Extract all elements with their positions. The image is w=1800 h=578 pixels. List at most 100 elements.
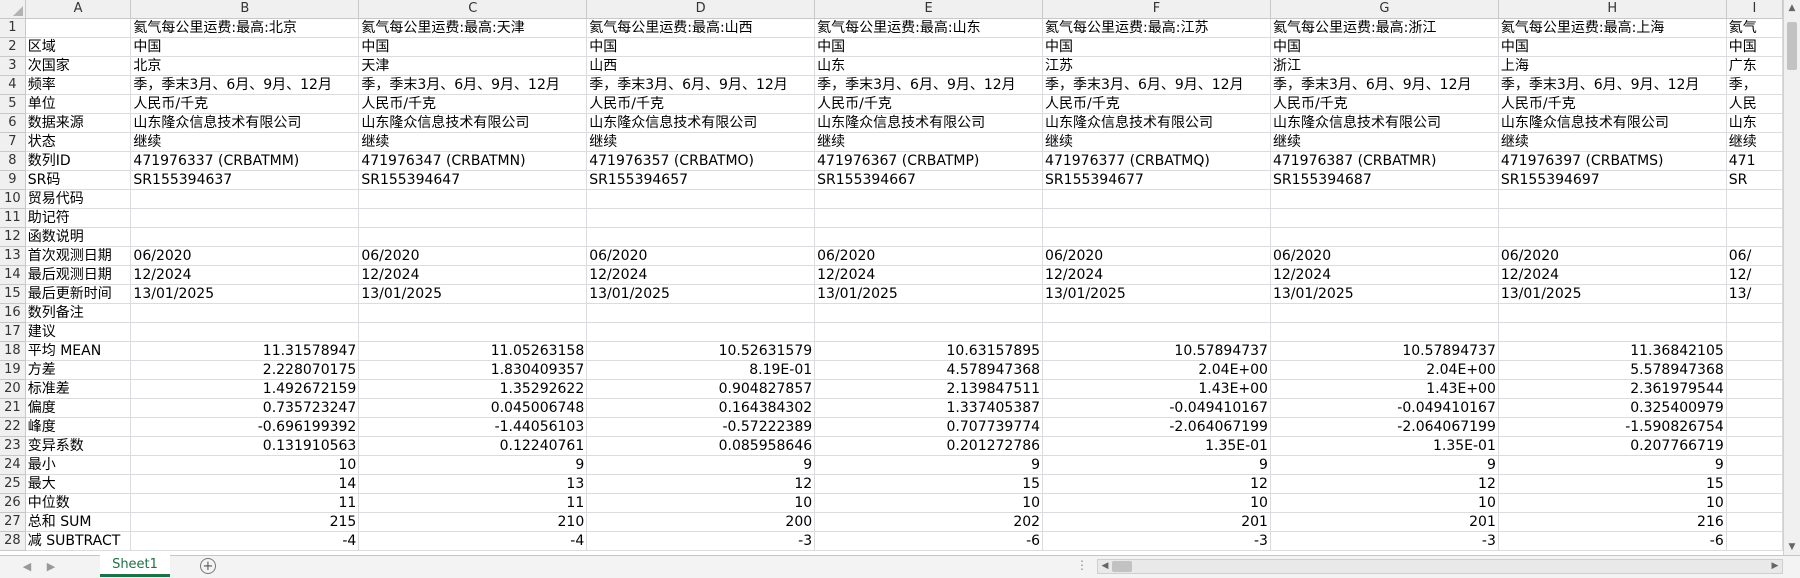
- row-header[interactable]: 24: [0, 455, 26, 475]
- cell-a21[interactable]: 偏度: [25, 398, 132, 418]
- cell-h2[interactable]: 中国: [1498, 37, 1727, 57]
- row-header[interactable]: 11: [0, 208, 26, 228]
- horizontal-scroll-thumb[interactable]: [1112, 561, 1132, 572]
- cell-b16[interactable]: [130, 303, 360, 323]
- cell-i28[interactable]: [1726, 531, 1783, 551]
- cell-d18[interactable]: 10.52631579: [586, 341, 816, 361]
- row-header[interactable]: 25: [0, 474, 26, 494]
- cell-e7[interactable]: 继续: [814, 132, 1044, 152]
- cell-a17[interactable]: 建议: [25, 322, 132, 342]
- cell-a23[interactable]: 变异系数: [25, 436, 132, 456]
- cell-h3[interactable]: 上海: [1498, 56, 1727, 76]
- column-header-c[interactable]: C: [358, 0, 588, 19]
- cell-e26[interactable]: 10: [814, 493, 1044, 513]
- cell-e16[interactable]: [814, 303, 1044, 323]
- cell-f16[interactable]: [1042, 303, 1271, 323]
- cell-g3[interactable]: 浙江: [1270, 56, 1499, 76]
- cell-f18[interactable]: 10.57894737: [1042, 341, 1271, 361]
- cell-g28[interactable]: -3: [1270, 531, 1499, 551]
- cell-e25[interactable]: 15: [814, 474, 1044, 494]
- row-header[interactable]: 12: [0, 227, 26, 247]
- cell-h15[interactable]: 13/01/2025: [1498, 284, 1727, 304]
- cell-i12[interactable]: [1726, 227, 1783, 247]
- spreadsheet-grid[interactable]: ABCDEFGHI 1 氦气每公里运费:最高:北京 氦气每公里运费:最高:天津 氦气每…: [0, 0, 1783, 555]
- cell-a9[interactable]: SR码: [25, 170, 132, 190]
- cell-h24[interactable]: 9: [1498, 455, 1727, 475]
- cell-i2[interactable]: 中国: [1726, 37, 1783, 57]
- cell-b11[interactable]: [130, 208, 360, 228]
- cell-i13[interactable]: 06/: [1726, 246, 1783, 266]
- cell-d28[interactable]: -3: [586, 531, 816, 551]
- cell-b20[interactable]: 1.492672159: [130, 379, 360, 399]
- cell-h19[interactable]: 5.578947368: [1498, 360, 1727, 380]
- cell-e18[interactable]: 10.63157895: [814, 341, 1044, 361]
- cell-h22[interactable]: -1.590826754: [1498, 417, 1727, 437]
- cell-i27[interactable]: [1726, 512, 1783, 532]
- cell-b14[interactable]: 12/2024: [130, 265, 360, 285]
- column-header-h[interactable]: H: [1498, 0, 1727, 19]
- cell-b25[interactable]: 14: [130, 474, 360, 494]
- cell-c16[interactable]: [358, 303, 588, 323]
- row-header[interactable]: 19: [0, 360, 26, 380]
- vertical-scroll-thumb[interactable]: [1787, 22, 1797, 70]
- cell-f4[interactable]: 季，季末3月、6月、9月、12月: [1042, 75, 1271, 95]
- cell-i4[interactable]: 季，: [1726, 75, 1783, 95]
- cell-e9[interactable]: SR155394667: [814, 170, 1044, 190]
- cell-h25[interactable]: 15: [1498, 474, 1727, 494]
- cell-i16[interactable]: [1726, 303, 1783, 323]
- row-header[interactable]: 22: [0, 417, 26, 437]
- cell-h7[interactable]: 继续: [1498, 132, 1727, 152]
- cell-h26[interactable]: 10: [1498, 493, 1727, 513]
- cell-i7[interactable]: 继续: [1726, 132, 1783, 152]
- cell-a20[interactable]: 标准差: [25, 379, 132, 399]
- cell-f17[interactable]: [1042, 322, 1271, 342]
- column-header-a[interactable]: A: [25, 0, 132, 19]
- cell-f20[interactable]: 1.43E+00: [1042, 379, 1271, 399]
- cell-b19[interactable]: 2.228070175: [130, 360, 360, 380]
- cell-e5[interactable]: 人民币/千克: [814, 94, 1044, 114]
- cell-d16[interactable]: [586, 303, 816, 323]
- cell-f11[interactable]: [1042, 208, 1271, 228]
- cell-g1[interactable]: 氦气每公里运费:最高:浙江: [1270, 18, 1499, 38]
- row-header[interactable]: 3: [0, 56, 26, 76]
- cell-h27[interactable]: 216: [1498, 512, 1727, 532]
- cell-i22[interactable]: [1726, 417, 1783, 437]
- cell-b28[interactable]: -4: [130, 531, 360, 551]
- cell-i25[interactable]: [1726, 474, 1783, 494]
- cell-g25[interactable]: 12: [1270, 474, 1499, 494]
- row-header[interactable]: 20: [0, 379, 26, 399]
- cell-b10[interactable]: [130, 189, 360, 209]
- cell-b2[interactable]: 中国: [130, 37, 360, 57]
- cell-c5[interactable]: 人民币/千克: [358, 94, 588, 114]
- cell-f1[interactable]: 氦气每公里运费:最高:江苏: [1042, 18, 1271, 38]
- cell-h8[interactable]: 471976397 (CRBATMS): [1498, 151, 1727, 171]
- vertical-scrollbar[interactable]: ▲ ▼: [1783, 0, 1800, 555]
- cell-c13[interactable]: 06/2020: [358, 246, 588, 266]
- row-header[interactable]: 15: [0, 284, 26, 304]
- cell-a12[interactable]: 函数说明: [25, 227, 132, 247]
- cell-d17[interactable]: [586, 322, 816, 342]
- scroll-down-icon[interactable]: ▼: [1784, 539, 1800, 555]
- cell-b1[interactable]: 氦气每公里运费:最高:北京: [130, 18, 360, 38]
- cell-h16[interactable]: [1498, 303, 1727, 323]
- cell-e4[interactable]: 季，季末3月、6月、9月、12月: [814, 75, 1044, 95]
- cell-f19[interactable]: 2.04E+00: [1042, 360, 1271, 380]
- cell-h6[interactable]: 山东隆众信息技术有限公司: [1498, 113, 1727, 133]
- row-header[interactable]: 13: [0, 246, 26, 266]
- cell-c17[interactable]: [358, 322, 588, 342]
- cell-i21[interactable]: [1726, 398, 1783, 418]
- cell-c25[interactable]: 13: [358, 474, 588, 494]
- row-header[interactable]: 6: [0, 113, 26, 133]
- cell-g15[interactable]: 13/01/2025: [1270, 284, 1499, 304]
- cell-c2[interactable]: 中国: [358, 37, 588, 57]
- cell-e22[interactable]: 0.707739774: [814, 417, 1044, 437]
- cell-b22[interactable]: -0.696199392: [130, 417, 360, 437]
- cell-b24[interactable]: 10: [130, 455, 360, 475]
- column-header-i[interactable]: I: [1726, 0, 1783, 19]
- column-header-e[interactable]: E: [814, 0, 1044, 19]
- cell-e19[interactable]: 4.578947368: [814, 360, 1044, 380]
- cell-a15[interactable]: 最后更新时间: [25, 284, 132, 304]
- cell-a2[interactable]: 区域: [25, 37, 132, 57]
- cell-a11[interactable]: 助记符: [25, 208, 132, 228]
- cell-f5[interactable]: 人民币/千克: [1042, 94, 1271, 114]
